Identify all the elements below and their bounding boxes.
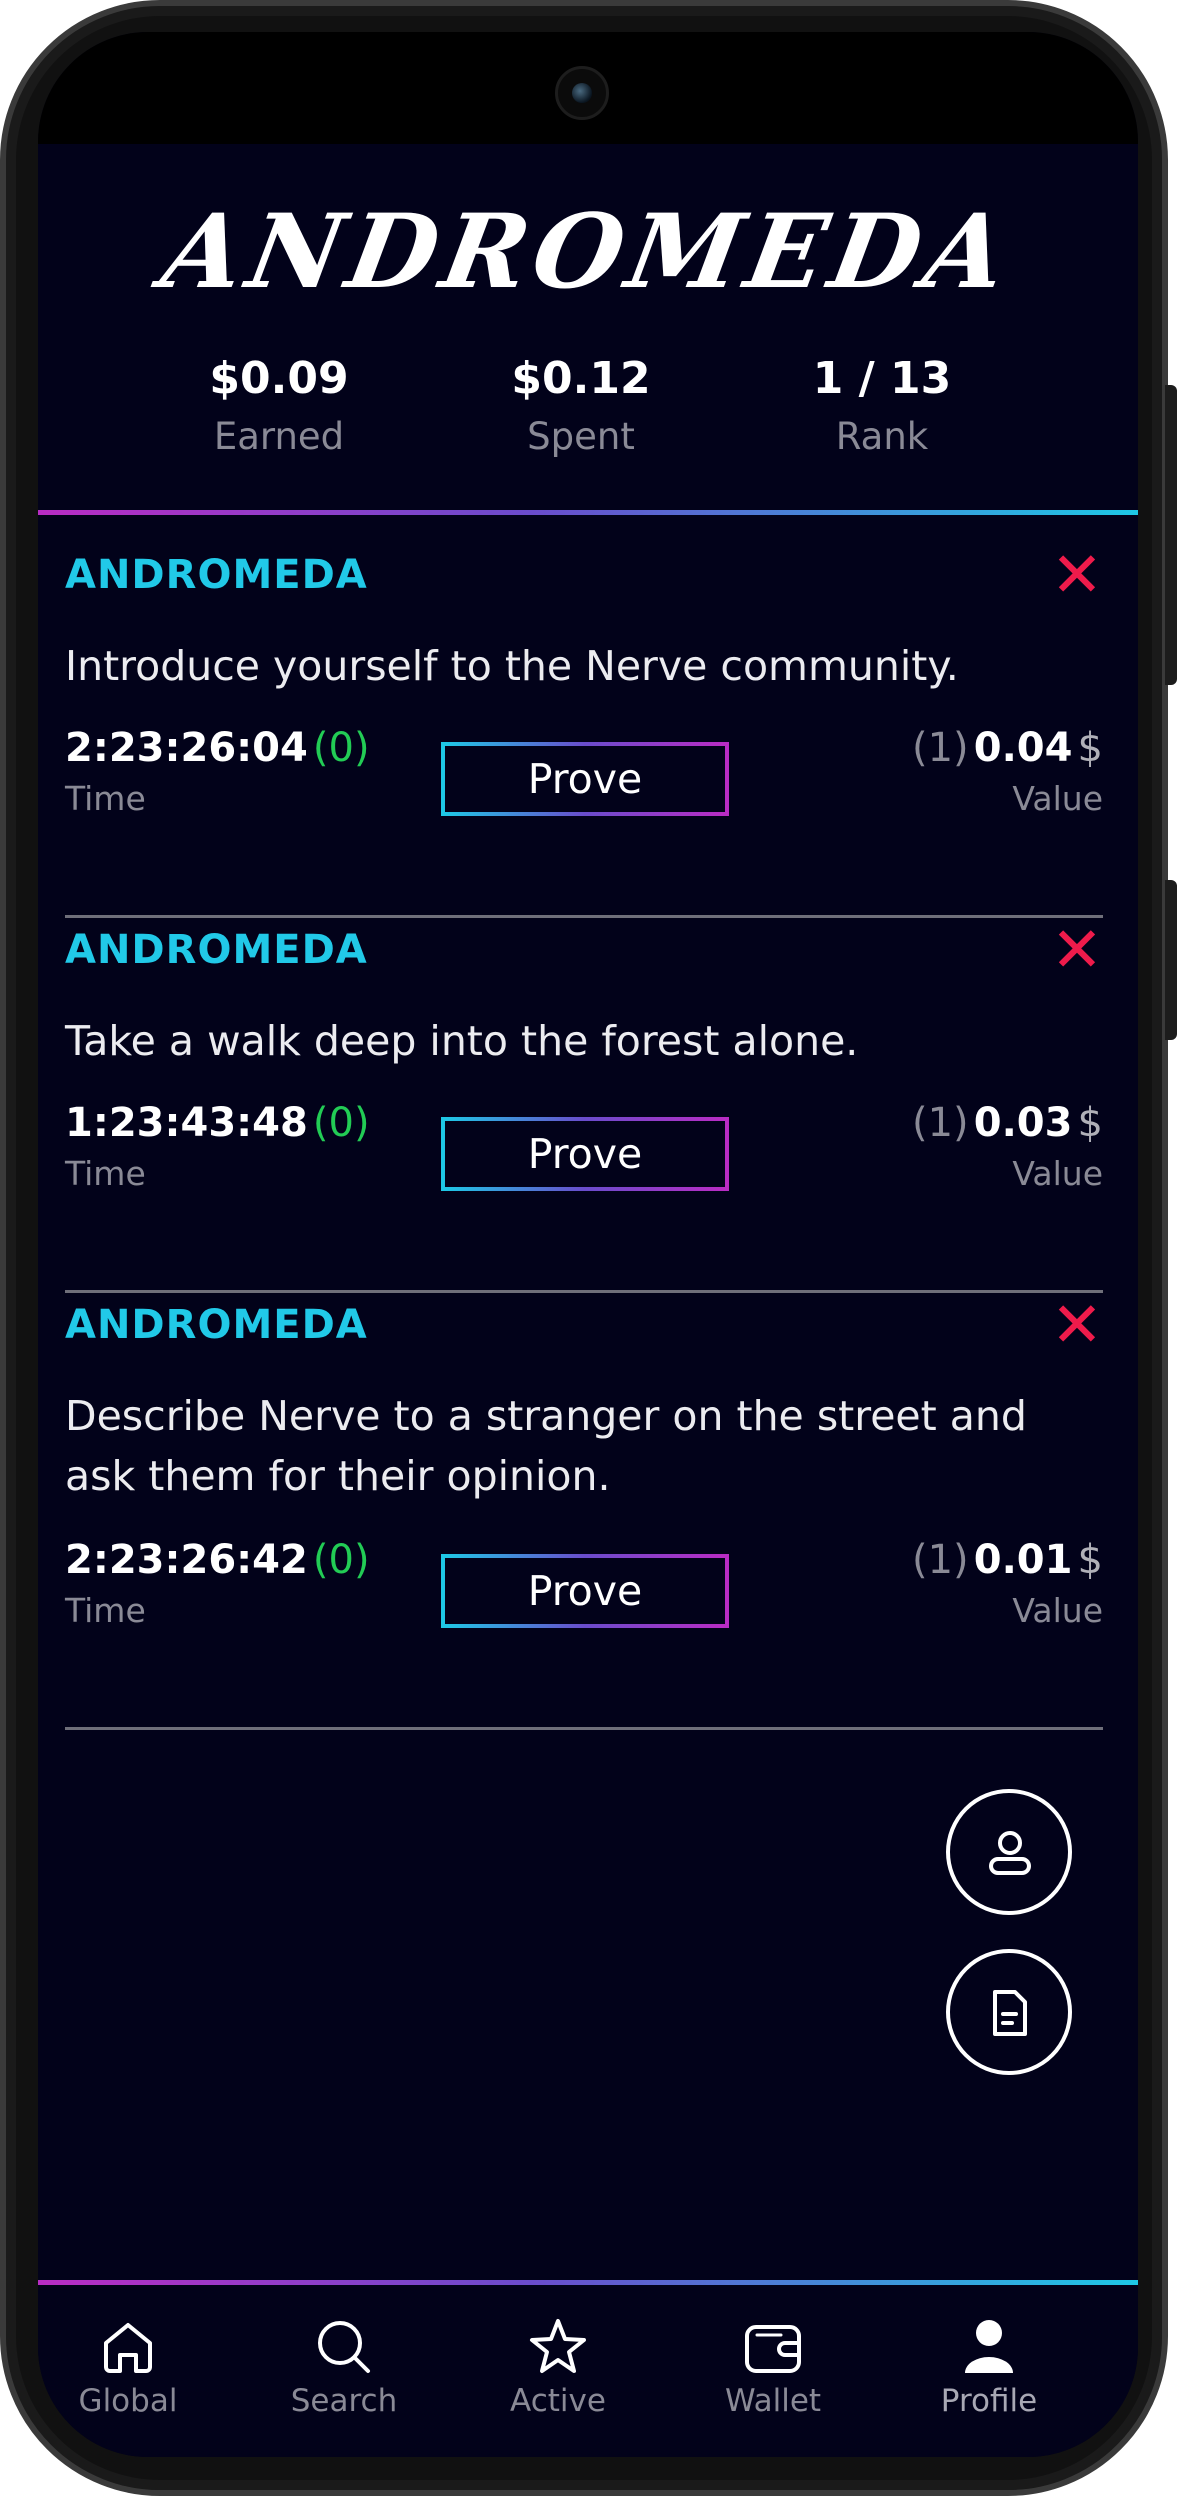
close-icon[interactable]: ✕ <box>1051 1294 1103 1356</box>
nav-search[interactable]: Search <box>249 2315 439 2435</box>
nav-wallet[interactable]: Wallet <box>678 2315 868 2435</box>
value-amount: 0.04 <box>973 725 1073 771</box>
nav-label: Global <box>78 2383 178 2419</box>
nav-label: Search <box>290 2383 398 2419</box>
wallet-icon <box>745 2325 801 2373</box>
task-description: Introduce yourself to the Nerve communit… <box>65 642 959 690</box>
home-icon <box>104 2323 152 2373</box>
phone-device: ANDROMEDA $0.09 Earned $0.12 Spent 1 / 1… <box>0 0 1177 2496</box>
value-count: (1) <box>911 1537 969 1583</box>
task-value: (1) 0.01 $ Value <box>912 1534 1103 1636</box>
time-count: (0) <box>312 1100 370 1146</box>
task-time: 2:23:26:04 (0) Time <box>65 722 370 824</box>
prove-button[interactable]: Prove <box>441 1554 729 1628</box>
nav-global[interactable]: Global <box>38 2315 223 2435</box>
bottom-nav: Global Search Active Wallet Profile <box>38 2285 1138 2457</box>
search-icon <box>318 2321 370 2373</box>
task-value: (1) 0.03 $ Value <box>912 1097 1103 1199</box>
prove-button[interactable]: Prove <box>441 742 729 816</box>
value-label: Value <box>1012 779 1103 818</box>
time-label: Time <box>65 1591 146 1630</box>
nav-label: Profile <box>940 2383 1038 2419</box>
stat-label: Spent <box>527 415 635 458</box>
stat-value: $0.09 <box>209 353 349 404</box>
task-card: ANDROMEDA ✕ Describe Nerve to a stranger… <box>65 1294 1103 1742</box>
value-amount: 0.01 <box>973 1537 1073 1583</box>
value-count: (1) <box>911 1100 969 1146</box>
time-value: 1:23:43:48 <box>65 1100 308 1146</box>
nav-profile[interactable]: Profile <box>894 2315 1084 2435</box>
close-icon[interactable]: ✕ <box>1051 544 1103 606</box>
task-author[interactable]: ANDROMEDA <box>65 927 368 973</box>
task-value: (1) 0.04 $ Value <box>912 722 1103 824</box>
time-count: (0) <box>312 725 370 771</box>
document-fab-button[interactable] <box>946 1949 1072 2075</box>
currency-symbol: $ <box>1077 1537 1103 1583</box>
task-time: 1:23:43:48 (0) Time <box>65 1097 370 1199</box>
header-divider <box>38 510 1138 515</box>
stats-bar: $0.09 Earned $0.12 Spent 1 / 13 Rank <box>38 350 1138 480</box>
task-author[interactable]: ANDROMEDA <box>65 1302 368 1348</box>
time-value: 2:23:26:42 <box>65 1537 308 1583</box>
currency-symbol: $ <box>1077 1100 1103 1146</box>
stat-label: Rank <box>835 415 929 458</box>
star-icon <box>530 2319 586 2373</box>
task-author[interactable]: ANDROMEDA <box>65 552 368 598</box>
value-label: Value <box>1012 1154 1103 1193</box>
stat-spent: $0.12 Spent <box>451 350 711 466</box>
stat-value: $0.12 <box>511 353 651 404</box>
task-divider <box>65 1290 1103 1293</box>
value-amount: 0.03 <box>973 1100 1073 1146</box>
power-button <box>1165 880 1177 1040</box>
task-card: ANDROMEDA ✕ Take a walk deep into the fo… <box>65 919 1103 1297</box>
stat-value: 1 / 13 <box>812 353 952 404</box>
task-card: ANDROMEDA ✕ Introduce yourself to the Ne… <box>65 544 1103 922</box>
nav-label: Wallet <box>724 2383 822 2419</box>
task-divider <box>65 915 1103 918</box>
user-fab-button[interactable] <box>946 1789 1072 1915</box>
stat-label: Earned <box>213 415 345 458</box>
user-icon <box>989 1831 1031 1875</box>
time-count: (0) <box>312 1537 370 1583</box>
task-description: Describe Nerve to a stranger on the stre… <box>65 1392 1027 1500</box>
document-icon <box>993 1990 1027 2036</box>
close-icon[interactable]: ✕ <box>1051 919 1103 981</box>
status-area <box>38 32 1138 144</box>
task-time: 2:23:26:42 (0) Time <box>65 1534 370 1636</box>
volume-button <box>1165 385 1177 685</box>
profile-icon <box>965 2320 1013 2373</box>
stat-rank: 1 / 13 Rank <box>752 350 1012 466</box>
value-count: (1) <box>911 725 969 771</box>
currency-symbol: $ <box>1077 725 1103 771</box>
time-value: 2:23:26:04 <box>65 725 308 771</box>
app-logo: ANDROMEDA <box>154 192 1022 312</box>
prove-button[interactable]: Prove <box>441 1117 729 1191</box>
app-screen: ANDROMEDA $0.09 Earned $0.12 Spent 1 / 1… <box>38 32 1138 2457</box>
time-label: Time <box>65 779 146 818</box>
time-label: Time <box>65 1154 146 1193</box>
front-camera <box>555 66 609 120</box>
stat-earned: $0.09 Earned <box>149 350 409 466</box>
task-description: Take a walk deep into the forest alone. <box>65 1017 859 1065</box>
task-divider <box>65 1727 1103 1730</box>
value-label: Value <box>1012 1591 1103 1630</box>
nav-label: Active <box>510 2383 606 2419</box>
nav-active[interactable]: Active <box>463 2315 653 2435</box>
